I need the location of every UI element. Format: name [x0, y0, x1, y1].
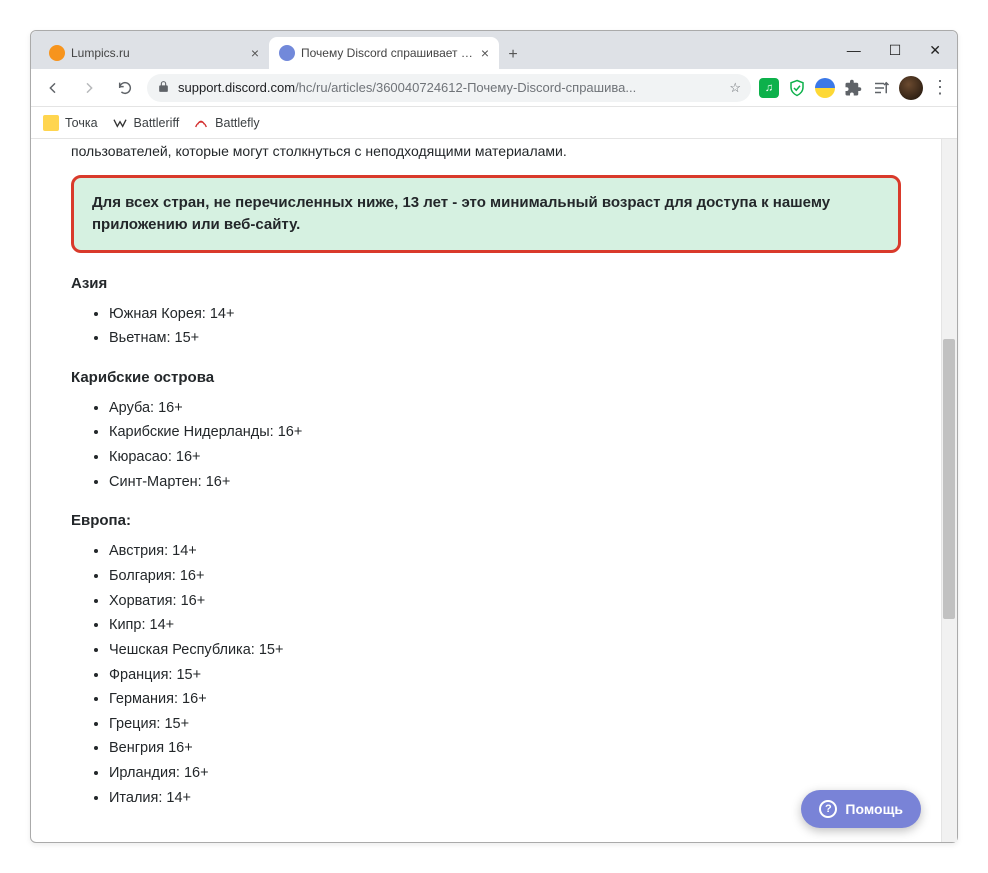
scrollbar-thumb[interactable]	[943, 339, 955, 619]
new-tab-button[interactable]: +	[499, 41, 527, 69]
back-button[interactable]	[39, 74, 67, 102]
tab-discord-support[interactable]: Почему Discord спрашивает ме ×	[269, 37, 499, 69]
bookmark-icon	[112, 115, 128, 131]
country-list: Аруба: 16+Карибские Нидерланды: 16+Кюрас…	[71, 396, 901, 495]
omnibox[interactable]: support.discord.com/hc/ru/articles/36004…	[147, 74, 751, 102]
intro-text: пользователей, которые могут столкнуться…	[71, 143, 901, 159]
extensions-button[interactable]	[843, 78, 863, 98]
toolbar: support.discord.com/hc/ru/articles/36004…	[31, 69, 957, 107]
browser-window: Lumpics.ru × Почему Discord спрашивает м…	[30, 30, 958, 843]
country-item: Италия: 14+	[109, 786, 901, 811]
country-item: Венгрия 16+	[109, 736, 901, 761]
tab-lumpics[interactable]: Lumpics.ru ×	[39, 37, 269, 69]
country-item: Германия: 16+	[109, 687, 901, 712]
country-item: Ирландия: 16+	[109, 761, 901, 786]
bookmark-star-icon[interactable]: ☆	[729, 80, 741, 96]
country-item: Хорватия: 16+	[109, 589, 901, 614]
extension-shield-icon[interactable]	[787, 78, 807, 98]
minimize-icon[interactable]: —	[847, 42, 861, 58]
window-controls: — ☐ ✕	[847, 31, 951, 69]
favicon-icon	[279, 45, 295, 61]
page-viewport: пользователей, которые могут столкнуться…	[31, 139, 957, 842]
country-list: Южная Корея: 14+Вьетнам: 15+	[71, 302, 901, 351]
bookmark-label: Точка	[65, 116, 98, 130]
close-icon[interactable]: ×	[251, 45, 259, 61]
country-item: Греция: 15+	[109, 712, 901, 737]
tab-title: Lumpics.ru	[71, 46, 245, 60]
bookmark-item[interactable]: Battlefly	[193, 115, 259, 131]
bookmarks-bar: Точка Battleriff Battlefly	[31, 107, 957, 139]
help-button[interactable]: ? Помощь	[801, 790, 921, 828]
country-item: Южная Корея: 14+	[109, 302, 901, 327]
help-label: Помощь	[845, 801, 903, 817]
extension-ukraine-icon[interactable]	[815, 78, 835, 98]
country-item: Кюрасао: 16+	[109, 445, 901, 470]
profile-avatar[interactable]	[899, 76, 923, 100]
tab-title: Почему Discord спрашивает ме	[301, 46, 475, 60]
bookmark-label: Battlefly	[215, 116, 259, 130]
reading-list-icon[interactable]	[871, 78, 891, 98]
help-icon: ?	[819, 800, 837, 818]
country-item: Аруба: 16+	[109, 396, 901, 421]
bookmark-label: Battleriff	[134, 116, 180, 130]
favicon-icon	[49, 45, 65, 61]
chrome-menu-button[interactable]: ⋮	[931, 77, 949, 98]
close-window-icon[interactable]: ✕	[929, 42, 941, 59]
close-icon[interactable]: ×	[481, 45, 489, 61]
url-text: support.discord.com/hc/ru/articles/36004…	[178, 80, 721, 95]
scrollbar-track[interactable]	[941, 139, 957, 842]
lock-icon	[157, 80, 170, 96]
maximize-icon[interactable]: ☐	[889, 42, 902, 59]
region-heading: Европа:	[71, 512, 901, 529]
article-content: пользователей, которые могут столкнуться…	[31, 139, 941, 842]
bookmark-item[interactable]: Точка	[43, 115, 98, 131]
bookmark-icon	[43, 115, 59, 131]
country-item: Синт-Мартен: 16+	[109, 470, 901, 495]
forward-button[interactable]	[75, 74, 103, 102]
country-item: Кипр: 14+	[109, 613, 901, 638]
country-item: Вьетнам: 15+	[109, 326, 901, 351]
bookmark-item[interactable]: Battleriff	[112, 115, 180, 131]
region-heading: Азия	[71, 275, 901, 292]
country-list: Австрия: 14+Болгария: 16+Хорватия: 16+Ки…	[71, 539, 901, 810]
age-callout: Для всех стран, не перечисленных ниже, 1…	[71, 175, 901, 253]
country-item: Чешская Республика: 15+	[109, 638, 901, 663]
extension-music-icon[interactable]: ♫	[759, 78, 779, 98]
region-heading: Карибские острова	[71, 369, 901, 386]
country-item: Австрия: 14+	[109, 539, 901, 564]
tab-strip: Lumpics.ru × Почему Discord спрашивает м…	[31, 31, 957, 69]
country-item: Болгария: 16+	[109, 564, 901, 589]
bookmark-icon	[193, 115, 209, 131]
country-item: Франция: 15+	[109, 663, 901, 688]
reload-button[interactable]	[111, 74, 139, 102]
country-item: Карибские Нидерланды: 16+	[109, 420, 901, 445]
